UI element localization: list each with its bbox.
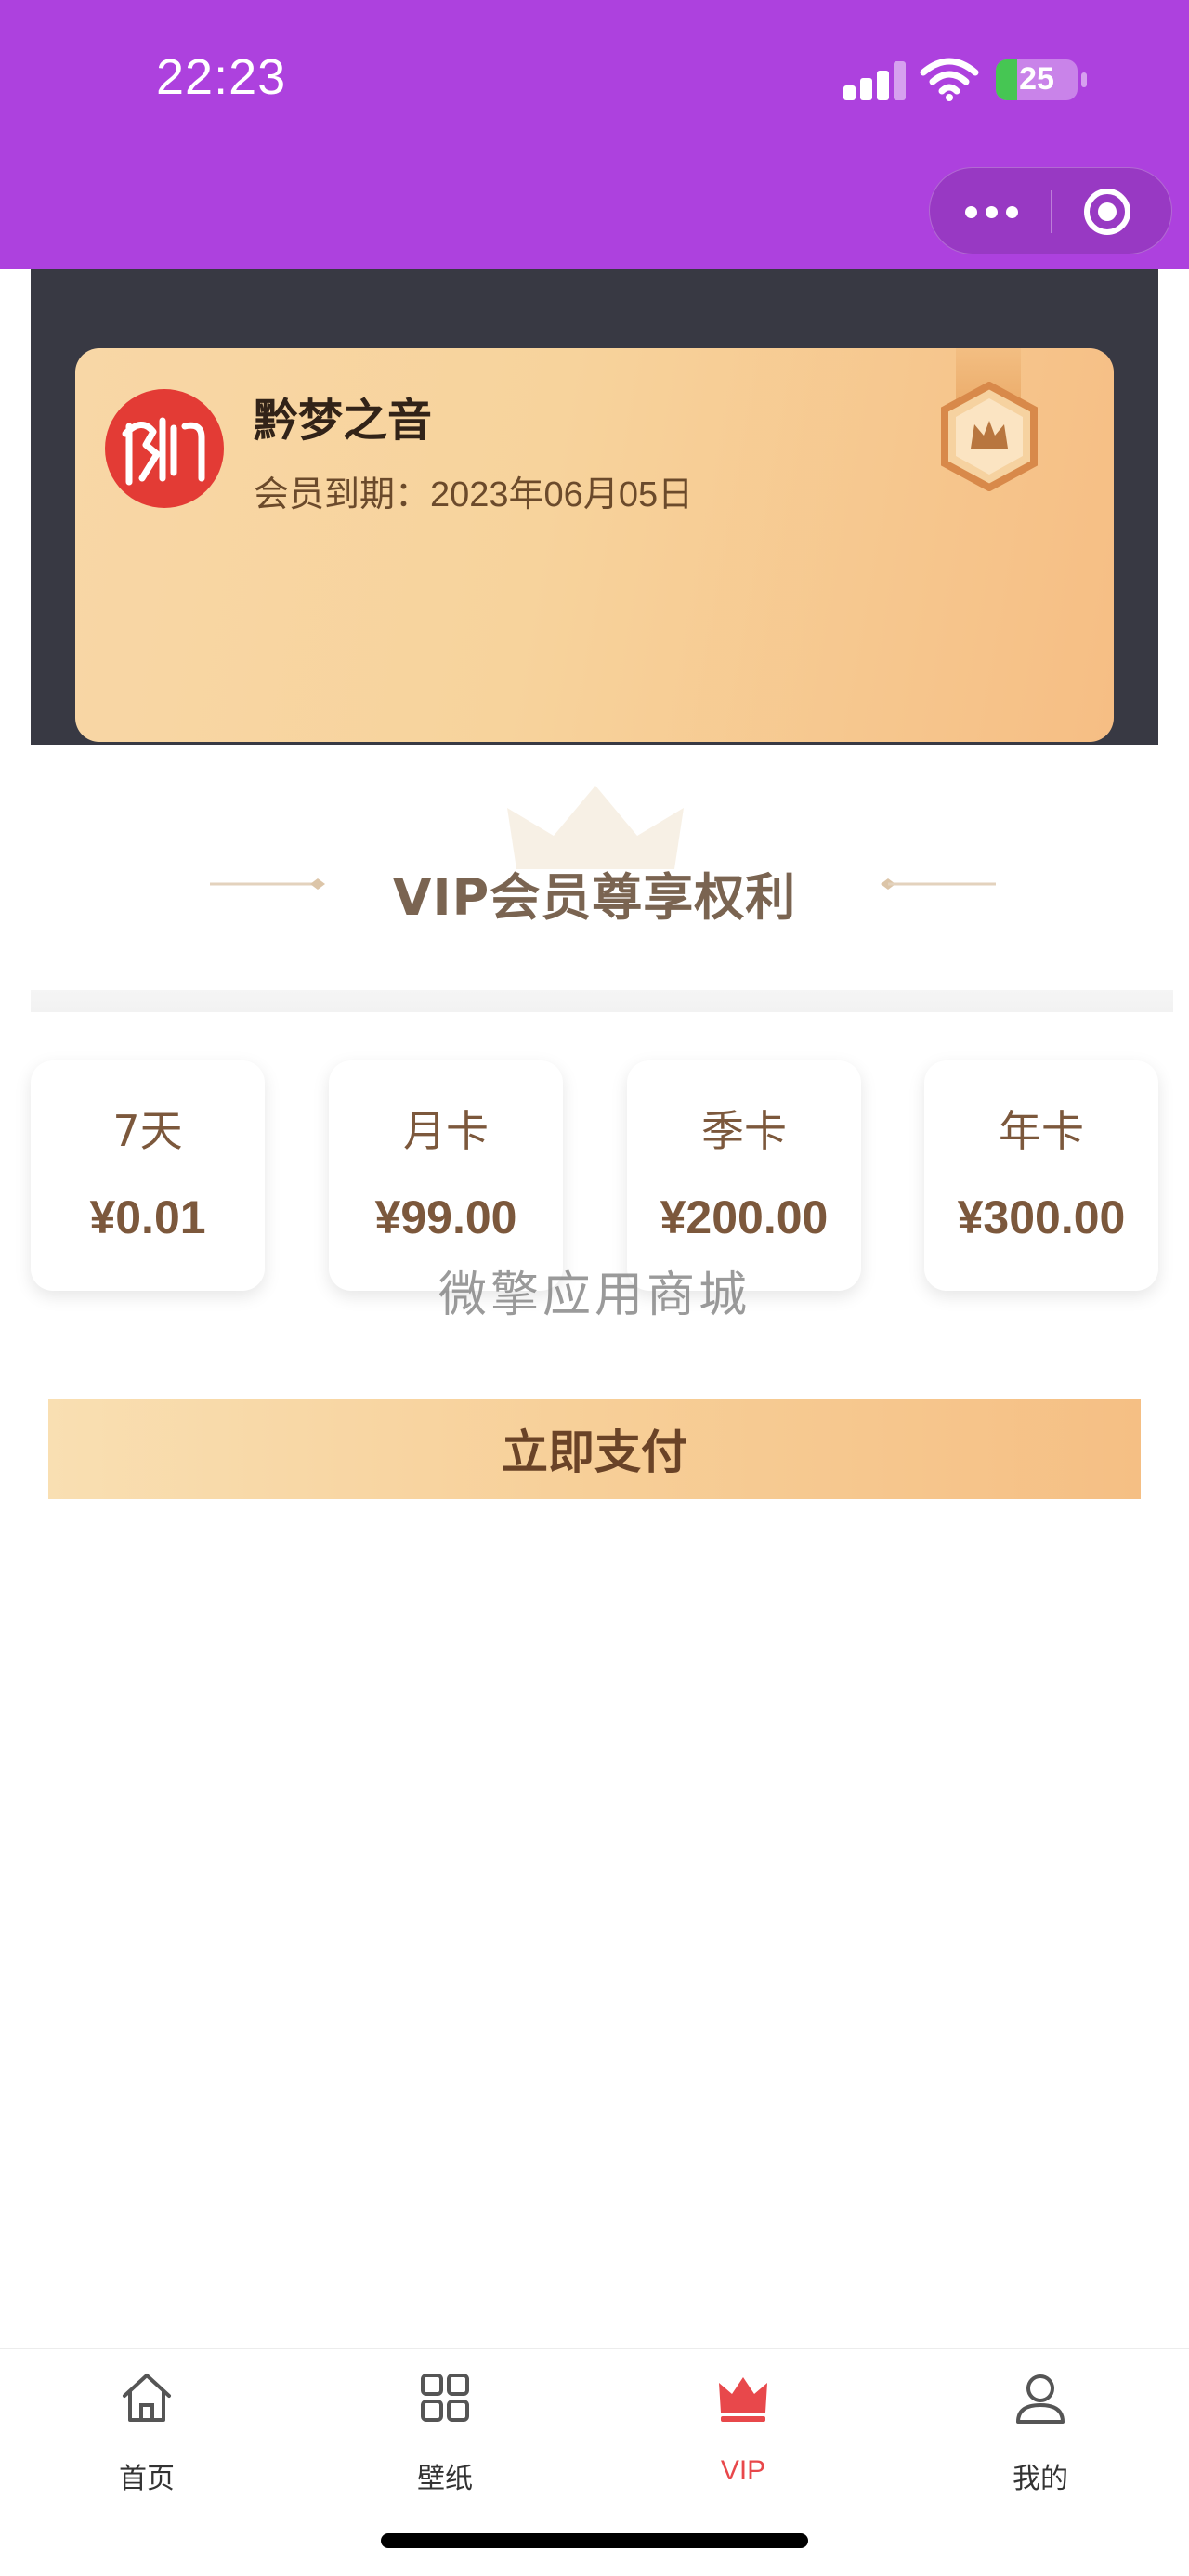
expiry-label: 会员到期：	[254, 474, 431, 514]
plan-price: ¥0.01	[89, 1191, 206, 1243]
store-watermark: 微擎应用商城	[438, 1268, 751, 1323]
battery-level: 25	[1019, 61, 1054, 97]
home-icon	[123, 2374, 171, 2422]
pay-now-button[interactable]: 立即支付	[48, 1399, 1141, 1499]
member-expiry: 会员到期：2023年06月05日	[254, 465, 693, 516]
plan-name: 月卡	[403, 1106, 489, 1156]
tab-vip[interactable]: VIP	[650, 2368, 836, 2489]
home-indicator	[381, 2533, 808, 2548]
wifi-icon	[920, 58, 979, 101]
grid-icon	[421, 2374, 469, 2422]
miniprogram-capsule	[929, 167, 1172, 254]
title-decoration-right	[881, 878, 996, 890]
plan-price: ¥300.00	[957, 1191, 1126, 1243]
section-divider	[31, 990, 1173, 1012]
cellular-signal-icon	[843, 61, 907, 100]
battery-icon: 25	[996, 59, 1078, 100]
expiry-date: 2023年06月05日	[430, 475, 694, 514]
tab-label: 我的	[1013, 2463, 1068, 2495]
vip-section-header: VIP会员尊享权利	[0, 780, 1189, 947]
member-name: 黔梦之音	[254, 395, 433, 447]
member-panel: 黔梦之音 会员到期：2023年06月05日	[31, 269, 1158, 745]
tab-profile[interactable]: 我的	[947, 2368, 1133, 2495]
close-target-icon[interactable]	[1084, 189, 1130, 235]
plan-price: ¥200.00	[660, 1191, 829, 1243]
tab-label: VIP	[720, 2455, 766, 2486]
tab-wallpaper[interactable]: 壁纸	[352, 2368, 538, 2495]
tab-home[interactable]: 首页	[54, 2368, 240, 2495]
member-card: 黔梦之音 会员到期：2023年06月05日	[75, 348, 1114, 742]
brand-logo	[105, 389, 224, 508]
status-time: 22:23	[156, 49, 287, 105]
plan-price: ¥99.00	[374, 1191, 517, 1243]
plan-name: 年卡	[999, 1106, 1084, 1156]
vip-section-title: VIP会员尊享权利	[392, 868, 797, 927]
plan-name: 7天	[112, 1106, 183, 1156]
top-header: 22:23 25	[0, 0, 1189, 269]
user-icon	[1016, 2374, 1065, 2424]
crown-icon	[719, 2377, 767, 2422]
tab-label: 首页	[119, 2463, 175, 2495]
tab-label: 壁纸	[417, 2463, 473, 2495]
plan-name: 季卡	[701, 1106, 787, 1156]
crown-badge-icon	[941, 382, 1038, 491]
more-icon[interactable]	[965, 203, 1021, 220]
